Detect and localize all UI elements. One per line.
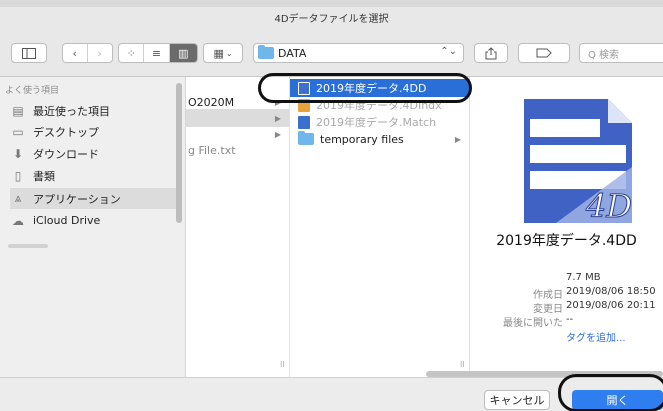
preview-filename: 2019年度データ.4DD: [496, 233, 637, 249]
cancel-button[interactable]: キャンセル: [484, 390, 550, 410]
highlight-oval-open: [558, 374, 663, 411]
updown-chevron-icon: ⌃⌄: [440, 46, 457, 57]
highlight-oval-file: [258, 73, 472, 103]
search-input[interactable]: Q 検索: [579, 43, 663, 63]
list-item-label: temporary files: [320, 132, 404, 146]
sidebar-item-label: iCloud Drive: [33, 214, 101, 227]
svg-text:4D: 4D: [585, 187, 632, 225]
column-resize-handle[interactable]: II: [460, 360, 465, 369]
disclosure-arrow-icon: ▶: [454, 134, 461, 144]
path-popup[interactable]: DATA ⌃⌄: [253, 43, 464, 63]
tag-button[interactable]: [518, 43, 570, 63]
chevron-left-icon: ‹: [72, 46, 77, 60]
sidebar-item-label: 書類: [33, 169, 55, 183]
list-item-label: O2020M: [188, 95, 235, 109]
recent-icon: ▤: [12, 103, 24, 118]
view-mode-selector: ⁘ ≡ ▥: [118, 43, 198, 63]
group-menu-button[interactable]: ▦ ⌄: [203, 43, 243, 63]
list-icon: ≡: [151, 46, 162, 60]
back-button[interactable]: ‹: [63, 44, 88, 62]
disclosure-arrow-icon: ▶: [274, 113, 281, 123]
sidebar-item-label: 最近使った項目: [33, 104, 110, 118]
browser-column-2: 2019年度データ.4DD 2019年度データ.4DIndx 2019年度データ…: [290, 77, 470, 377]
last-opened-label: 最後に開いた: [503, 318, 563, 329]
sidebar-item-desktop[interactable]: ▭ デスクトップ: [10, 121, 180, 142]
sidebar-item-icloud[interactable]: ☁ iCloud Drive: [10, 210, 180, 231]
sidebar-section-divider: [8, 244, 48, 248]
created-label: 作成日: [533, 290, 563, 301]
title-bar: 4Dデータファイルを選択: [0, 7, 663, 27]
group-icon: ▦: [213, 46, 224, 60]
list-item-label: g File.txt: [188, 143, 236, 157]
grid-icon: ⁘: [126, 46, 136, 60]
sidebar-scrollbar[interactable]: [176, 83, 182, 223]
file-preview-icon: 4D: [524, 99, 633, 225]
columns-icon: ▥: [178, 46, 189, 60]
list-item[interactable]: temporary files ▶: [290, 130, 469, 148]
path-label: DATA: [278, 46, 307, 60]
chevron-right-icon: ›: [97, 46, 102, 60]
applications-icon: ⩓: [14, 191, 22, 205]
sidebar-item-documents[interactable]: ▯ 書類: [10, 165, 180, 186]
desktop-icon: ▭: [12, 124, 24, 139]
dialog-title: 4Dデータファイルを選択: [274, 14, 389, 25]
sidebar-item-label: アプリケーション: [33, 192, 121, 206]
sidebar-icon: [22, 47, 36, 59]
sidebar-item-label: ダウンロード: [33, 147, 99, 161]
forward-button[interactable]: ›: [88, 44, 112, 62]
sidebar-item-downloads[interactable]: ⬇ ダウンロード: [10, 143, 180, 164]
sidebar-toggle-button[interactable]: [11, 43, 47, 63]
tag-icon: [536, 48, 552, 58]
column-resize-handle[interactable]: II: [280, 360, 285, 369]
folder-icon: [258, 45, 274, 59]
last-opened-value: --: [566, 314, 574, 325]
documents-icon: ▯: [14, 168, 22, 183]
sidebar-item-label: デスクトップ: [33, 125, 99, 139]
nav-back-forward: ‹ ›: [62, 43, 113, 63]
disclosure-arrow-icon: ▶: [274, 129, 281, 139]
list-view-button[interactable]: ≡: [144, 44, 170, 62]
list-item[interactable]: 2019年度データ.Match: [290, 113, 469, 131]
match-file-icon: [298, 115, 310, 129]
cloud-icon: ☁: [12, 213, 24, 228]
preview-pane: 4D 2019年度データ.4DD 7.7 MB 作成日 2019/08/06 1…: [470, 77, 663, 377]
share-button[interactable]: [474, 43, 508, 63]
sidebar-section-favorites: よく使う項目: [5, 86, 60, 96]
sidebar: よく使う項目 ▤ 最近使った項目 ▭ デスクトップ ⬇ ダウンロード ▯ 書類 …: [0, 77, 186, 377]
preview-size: 7.7 MB: [566, 272, 601, 283]
download-icon: ⬇: [12, 146, 24, 161]
chevron-down-icon: ⌄: [225, 48, 233, 58]
browser-column-1: O2020M ▶ ▶ ▶ g File.txt II: [186, 77, 290, 377]
toolbar: ‹ › ⁘ ≡ ▥ ▦ ⌄ DATA ⌃⌄ Q 検索: [0, 27, 663, 77]
list-item[interactable]: g File.txt: [186, 141, 289, 159]
add-tag-link[interactable]: タグを追加...: [566, 329, 626, 344]
sidebar-item-applications[interactable]: ⩓ アプリケーション: [10, 188, 180, 209]
column-view-button[interactable]: ▥: [169, 44, 197, 62]
list-item-label: 2019年度データ.Match: [316, 116, 437, 129]
icon-view-button[interactable]: ⁘: [119, 44, 145, 62]
window-top-strip: [0, 0, 663, 7]
created-value: 2019/08/06 18:50: [566, 286, 656, 297]
modified-label: 変更日: [533, 304, 563, 315]
sidebar-item-recents[interactable]: ▤ 最近使った項目: [10, 100, 180, 121]
folder-icon: [298, 131, 314, 145]
modified-value: 2019/08/06 20:11: [566, 300, 656, 311]
share-icon: [485, 46, 497, 59]
